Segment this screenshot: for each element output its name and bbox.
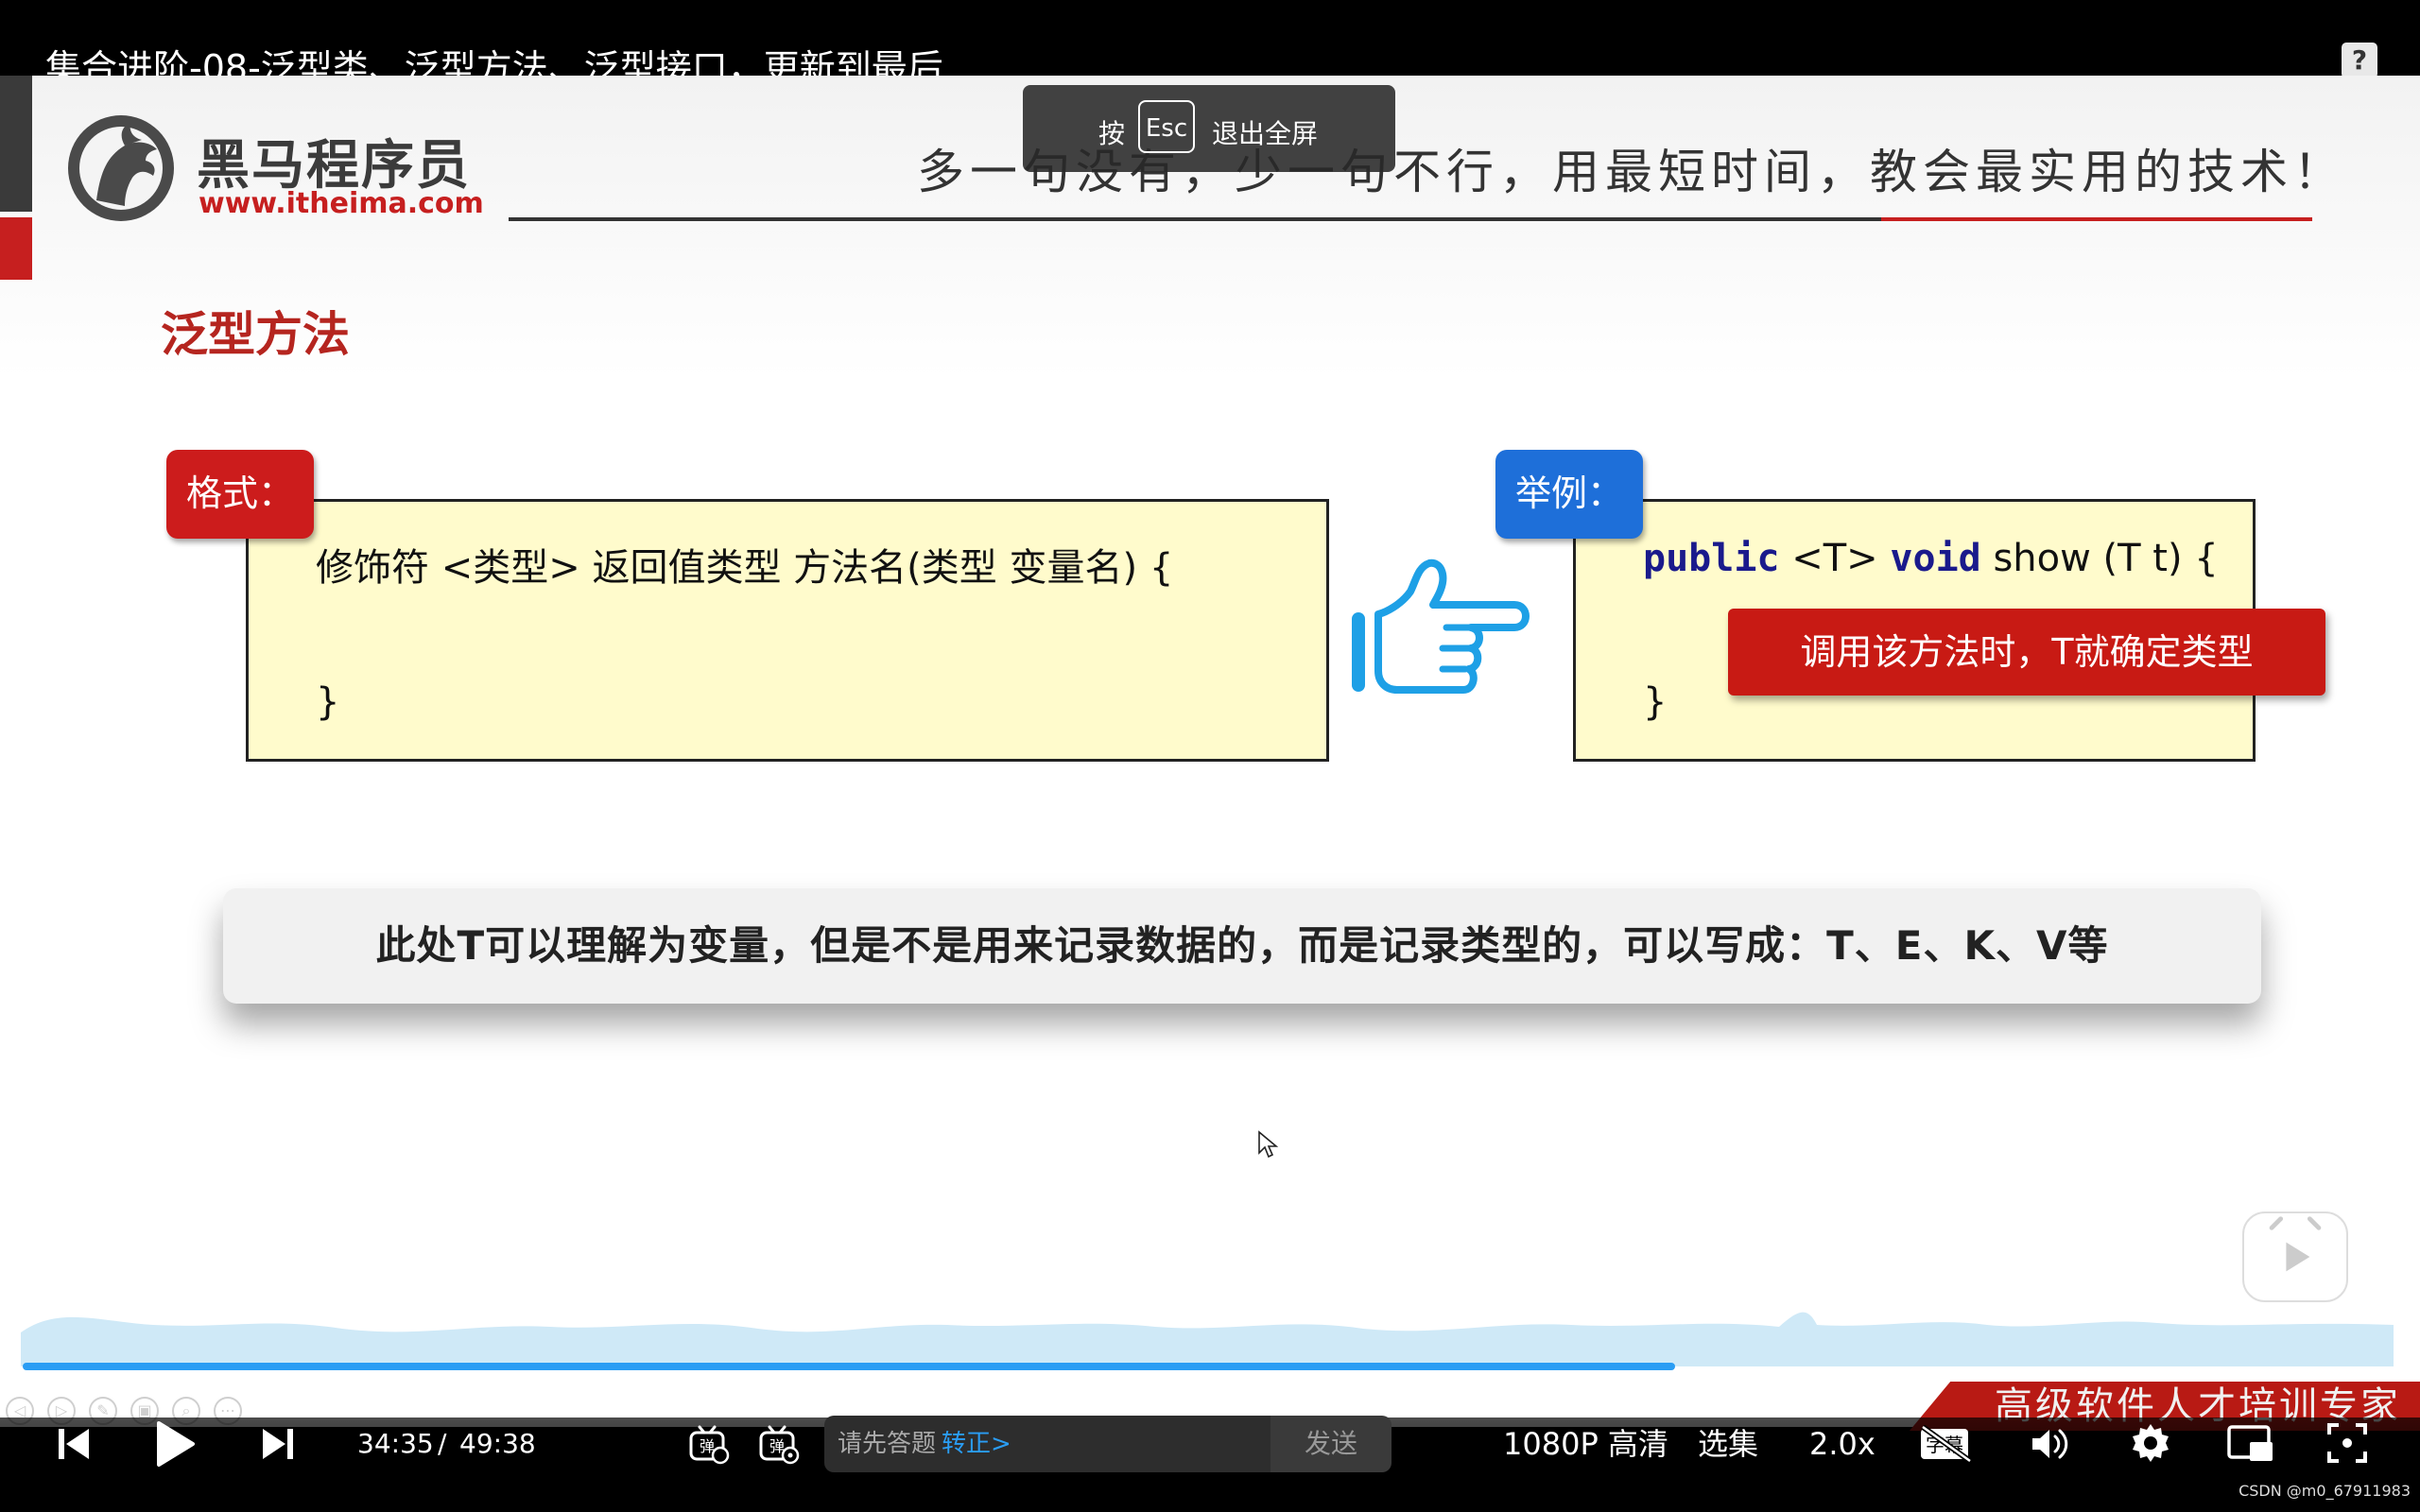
pointing-hand-icon	[1352, 558, 1530, 694]
subtitle-icon: 字幕	[1921, 1424, 1972, 1464]
volume-icon[interactable]	[2029, 1425, 2072, 1463]
csdn-watermark: CSDN @m0_67911983	[2238, 1482, 2411, 1500]
time-current: 34:35	[357, 1428, 434, 1459]
play-icon[interactable]	[153, 1419, 197, 1469]
section-title: 泛型方法	[161, 307, 350, 362]
quality-selector[interactable]: 1080P 高清	[1503, 1416, 1668, 1472]
mini-player-button[interactable]	[2242, 1211, 2348, 1302]
example-tag: 举例：	[1495, 450, 1643, 539]
prev-icon[interactable]	[57, 1425, 91, 1463]
esc-key-badge: Esc	[1138, 100, 1195, 153]
send-button[interactable]: 发送	[1270, 1416, 1392, 1472]
keyword-public: public	[1643, 537, 1780, 580]
header-divider	[509, 217, 1881, 221]
danmaku-settings-icon[interactable]: 弹	[758, 1425, 800, 1465]
callout-note: 调用该方法时，T就确定类型	[1728, 609, 2325, 696]
danmaku-placeholder: 请先答题	[838, 1430, 937, 1458]
logo-horse-icon	[68, 115, 174, 221]
explanation-note: 此处T可以理解为变量，但是不是用来记录数据的，而是记录类型的，可以写成：T、E、…	[223, 888, 2261, 1004]
danmaku-input[interactable]: 请先答题 转正>	[824, 1416, 1270, 1472]
example-code-close: }	[1643, 680, 1668, 724]
video-frame[interactable]: 黑马程序员 www.itheima.com 多一句没有，少一句不行，用最短时间，…	[0, 76, 2420, 1427]
subtitle-button[interactable]: 字幕	[1919, 1424, 1974, 1464]
method-signature: show (T t) {	[1980, 537, 2219, 580]
slide-accent-dark	[0, 76, 32, 212]
toast-exit-label: 退出全屏	[1212, 118, 1319, 149]
generic-type: <T>	[1779, 537, 1891, 580]
next-icon[interactable]	[261, 1425, 295, 1463]
example-code-line: public <T> void show (T t) {	[1643, 537, 2219, 580]
time-separator: /	[438, 1428, 447, 1459]
exit-fullscreen-toast: 按 Esc 退出全屏	[1023, 85, 1395, 172]
danmaku-toggle-icon[interactable]: 弹	[688, 1425, 730, 1465]
header-divider-accent	[1881, 217, 2312, 221]
danmaku-link[interactable]: 转正>	[942, 1430, 1011, 1458]
format-code-line: 修饰符 <类型> 返回值类型 方法名(类型 变量名) {	[316, 546, 1174, 590]
help-icon[interactable]: ?	[2342, 43, 2377, 78]
progress-bar-played[interactable]	[23, 1363, 1675, 1370]
toast-press-label: 按	[1098, 118, 1126, 149]
keyword-void: void	[1890, 537, 1981, 580]
fullscreen-icon[interactable]	[2325, 1421, 2369, 1465]
speed-selector[interactable]: 2.0x	[1809, 1416, 1876, 1472]
pip-icon[interactable]	[2227, 1423, 2274, 1463]
episodes-button[interactable]: 选集	[1698, 1416, 1758, 1472]
format-tag: 格式：	[166, 450, 314, 539]
format-code-close: }	[316, 680, 340, 724]
settings-icon[interactable]	[2129, 1421, 2172, 1465]
progress-heatmap[interactable]	[21, 1300, 2394, 1366]
mini-player-icon	[2269, 1216, 2322, 1272]
cursor-icon	[1258, 1130, 1279, 1159]
time-total: 49:38	[459, 1428, 536, 1459]
brand-url: www.itheima.com	[199, 187, 484, 220]
slide-accent-red	[0, 217, 32, 280]
